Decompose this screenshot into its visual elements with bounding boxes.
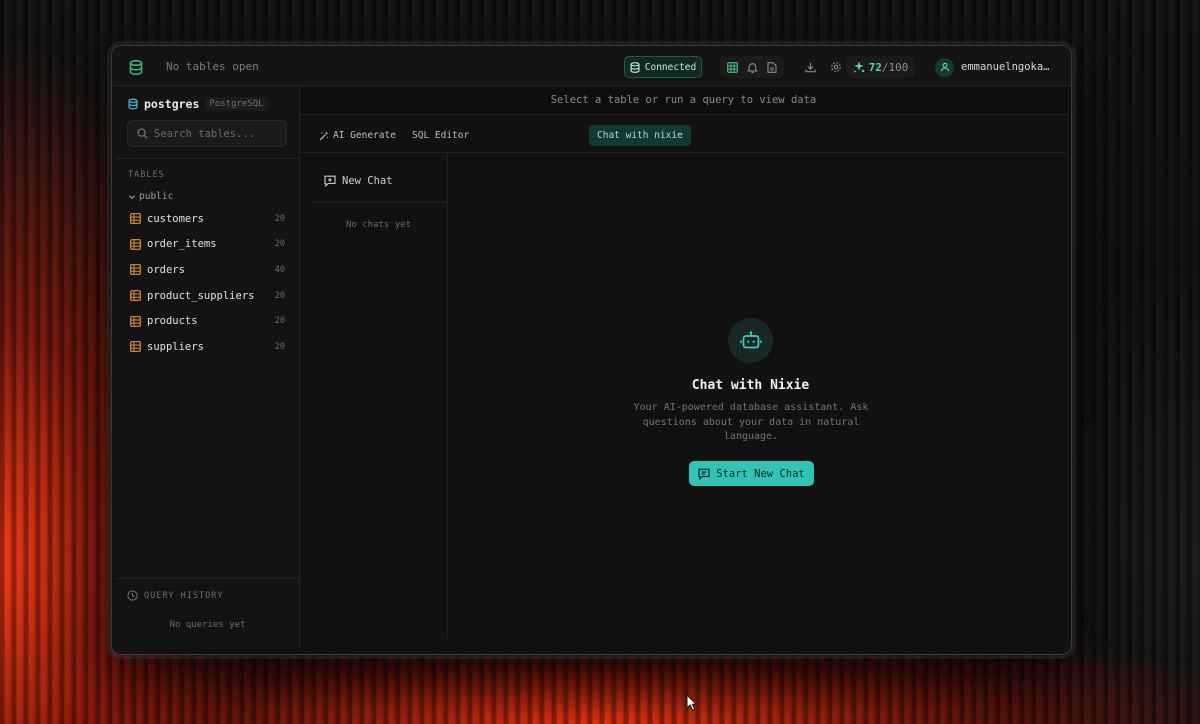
bot-icon (728, 318, 773, 363)
table-name: order_items (147, 238, 217, 251)
tab-sql-editor[interactable]: SQL Editor (404, 125, 477, 146)
data-hint-bar: Select a table or run a query to view da… (300, 86, 1067, 115)
table-icon (130, 290, 141, 301)
app-window: No tables open Connected 72/100 emmanuel… (111, 45, 1072, 655)
chat-subtitle: Your AI-powered database assistant. Ask … (633, 402, 869, 442)
user-icon (935, 57, 954, 77)
table-icon (130, 213, 141, 225)
tab-chat-with-nixie[interactable]: Chat with nixie (589, 125, 691, 146)
table-name: customers (147, 212, 204, 225)
query-history-header[interactable]: QUERY HISTORY (127, 590, 224, 601)
table-row-count: 20 (274, 341, 285, 352)
mouse-cursor-icon (686, 694, 698, 711)
new-chat-label: New Chat (342, 175, 393, 187)
download-icon[interactable] (800, 57, 820, 77)
start-new-chat-button[interactable]: Start New Chat (689, 461, 814, 486)
database-type-badge: PostgreSQL (205, 97, 268, 111)
app-logo-database-icon[interactable] (126, 57, 146, 77)
chat-empty-state: Chat with Nixie Your AI-powered database… (448, 153, 1067, 650)
connection-status-text: Connected (644, 61, 697, 73)
table-item-product-suppliers[interactable]: product_suppliers 20 (130, 283, 285, 309)
chat-plus-icon (324, 175, 336, 187)
database-name: postgres (144, 97, 200, 111)
chat-plus-icon (698, 468, 710, 480)
schema-toggle[interactable]: public (128, 191, 173, 202)
chat-title: Chat with Nixie (691, 378, 810, 393)
sparkle-icon (853, 61, 864, 73)
table-icon (130, 238, 141, 250)
tab-label: AI Generate (333, 130, 396, 141)
search-icon (137, 128, 148, 139)
table-item-customers[interactable]: customers 20 (130, 206, 285, 232)
table-name: suppliers (147, 340, 204, 353)
tab-label: Chat with nixie (597, 130, 683, 141)
table-item-orders[interactable]: orders 40 (130, 257, 285, 283)
table-icon (130, 264, 141, 276)
table-item-products[interactable]: products 20 (130, 308, 285, 334)
table-name: orders (147, 263, 185, 276)
username: emmanuelngoka… (961, 61, 1050, 73)
chat-list-divider (310, 202, 447, 203)
query-history-label: QUERY HISTORY (144, 590, 224, 601)
table-item-suppliers[interactable]: suppliers 20 (130, 334, 285, 360)
database-header[interactable]: postgres PostgreSQL (128, 97, 268, 111)
table-row-count: 20 (274, 239, 285, 250)
table-row-count: 40 (274, 264, 285, 275)
main-panel: Select a table or run a query to view da… (300, 86, 1067, 650)
start-new-chat-label: Start New Chat (716, 467, 805, 480)
new-chat-button[interactable]: New Chat (324, 175, 393, 187)
tab-ai-generate[interactable]: AI Generate (311, 125, 404, 146)
no-chats-text: No chats yet (345, 220, 412, 230)
query-history-empty: No queries yet (169, 620, 246, 630)
tab-label: SQL Editor (412, 130, 470, 141)
table-list: customers 20 order_items 20 orders 40 pr… (130, 206, 285, 360)
schema-name: public (139, 191, 174, 202)
user-menu[interactable]: emmanuelngoka… (935, 57, 1050, 77)
database-icon (630, 61, 640, 73)
search-input[interactable] (154, 127, 279, 140)
mode-tabs: AI Generate SQL Editor Chat with nixie (300, 115, 1067, 153)
sidebar: postgres PostgreSQL TABLES public custom… (116, 86, 300, 650)
table-search (127, 120, 287, 147)
chevron-down-icon (129, 194, 135, 199)
query-history-panel: QUERY HISTORY No queries yet (116, 578, 299, 650)
gear-icon[interactable] (826, 57, 846, 77)
score-indicator[interactable]: 72/100 (846, 56, 915, 78)
bell-icon[interactable] (742, 57, 762, 77)
sidebar-divider (116, 158, 299, 159)
table-item-order-items[interactable]: order_items 20 (130, 232, 285, 258)
table-row-count: 20 (274, 316, 285, 327)
table-view-icon[interactable] (722, 57, 742, 77)
database-icon (128, 98, 138, 110)
connection-status-badge[interactable]: Connected (624, 56, 702, 78)
tables-section-label: TABLES (128, 170, 165, 180)
score-max: /100 (881, 60, 909, 74)
clock-icon (127, 590, 138, 601)
chat-list-panel: New Chat No chats yet (310, 153, 448, 638)
score-value: 72 (868, 60, 882, 74)
table-icon (130, 341, 141, 353)
table-row-count: 20 (274, 213, 285, 224)
wand-icon (319, 131, 329, 140)
open-tabs-empty: No tables open (166, 60, 259, 73)
table-name: product_suppliers (147, 289, 255, 302)
table-row-count: 20 (274, 290, 285, 301)
table-name: products (147, 315, 198, 328)
table-icon (130, 315, 141, 327)
file-icon[interactable] (762, 57, 782, 77)
top-bar: No tables open Connected 72/100 emmanuel… (112, 46, 1071, 86)
